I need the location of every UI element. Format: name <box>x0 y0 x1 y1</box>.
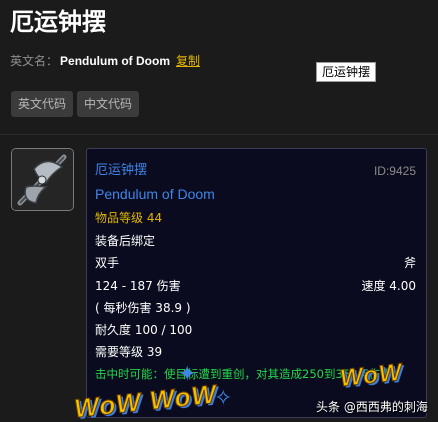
item-detail-page: 厄运钟摆 英文名： Pendulum of Doom 复制 厄运钟摆 英文代码 中文… <box>0 0 438 422</box>
item-bind: 装备后绑定 <box>95 234 156 248</box>
item-id: ID:9425 <box>373 164 416 178</box>
item-name-en: Pendulum of Doom <box>95 186 215 202</box>
title-tooltip: 厄运钟摆 <box>316 62 377 82</box>
sticker-sparkle-icon: ✧ <box>214 386 233 411</box>
english-name-label: 英文名： <box>10 54 59 68</box>
item-durability: 耐久度 100 / 100 <box>95 323 193 337</box>
english-name-row: 英文名： Pendulum of Doom 复制 <box>10 54 200 68</box>
copy-link[interactable]: 复制 <box>176 54 200 68</box>
item-type: 斧 <box>403 256 416 270</box>
item-slot: 双手 <box>95 256 120 270</box>
item-name-cn: 厄运钟摆 <box>95 163 148 178</box>
watermark: 头条 @西西弗的刺海 <box>316 400 428 414</box>
english-name-value: Pendulum of Doom <box>60 54 171 68</box>
item-dps: ( 每秒伤害 38.9 ) <box>95 301 191 315</box>
item-level: 物品等级 44 <box>95 211 163 225</box>
section-divider <box>0 134 438 135</box>
item-speed: 速度 4.00 <box>361 279 416 293</box>
chinese-code-button[interactable]: 中文代码 <box>77 91 139 117</box>
page-title: 厄运钟摆 <box>10 8 106 36</box>
sticker-star-icon: ✦ <box>178 362 197 387</box>
item-required-level: 需要等级 39 <box>95 345 163 359</box>
english-code-button[interactable]: 英文代码 <box>11 91 73 117</box>
axe-weapon-icon <box>11 148 74 211</box>
